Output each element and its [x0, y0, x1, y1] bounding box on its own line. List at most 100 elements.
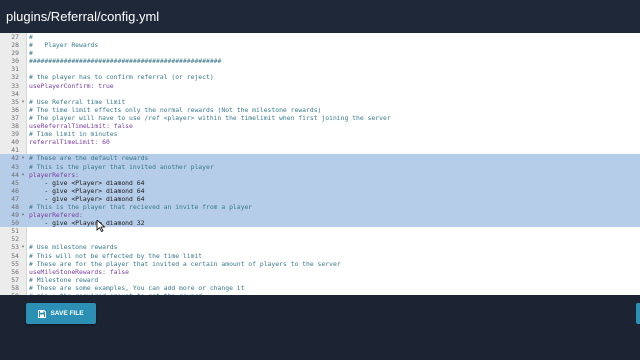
code-line[interactable]: 30 ######################################…: [0, 57, 640, 65]
code-line[interactable]: 31: [0, 65, 640, 73]
line-number: 40: [11, 138, 19, 147]
code-text: # Player Rewards: [29, 41, 99, 50]
code-text: # The time limit effects only the normal…: [29, 105, 322, 114]
code-text: # The player will have to use /ref <play…: [29, 113, 391, 122]
code-editor[interactable]: 27 #28 # Player Rewards 29 #30 ##############…: [0, 33, 640, 295]
code-text: # Milestone reward: [29, 275, 99, 284]
code-text: # Time limit in minutes: [29, 130, 118, 139]
code-text: - give <Player> diamond 32: [29, 219, 145, 228]
bottom-toolbar: [0, 295, 640, 360]
fold-toggle-icon[interactable]: ▾: [20, 171, 26, 179]
line-number: 44: [11, 170, 19, 179]
code-line[interactable]: 36 # The time limit effects only the norm…: [0, 106, 640, 114]
line-number: 28: [11, 41, 19, 50]
code-text: usePlayerConfirm: true: [29, 81, 114, 90]
line-number: 47: [11, 194, 19, 203]
line-number: 58: [11, 283, 19, 292]
code-line[interactable]: 27 #: [0, 33, 640, 41]
code-line[interactable]: 34: [0, 90, 640, 98]
code-text: useMileStoneRewards: false: [29, 267, 130, 276]
code-line[interactable]: 39 # Time limit in minutes: [0, 130, 640, 138]
line-number: 50: [11, 219, 19, 228]
line-number: 45: [11, 178, 19, 187]
line-number: 32: [11, 73, 19, 82]
line-number: 36: [11, 105, 19, 114]
line-number: 53: [11, 243, 19, 252]
line-number: 55: [11, 259, 19, 268]
code-line[interactable]: 35 ▾ # Use Referral time limit: [0, 98, 640, 106]
line-number: 52: [11, 235, 19, 244]
code-text: # These are the default rewards: [29, 154, 149, 163]
code-line[interactable]: 42 ▾ # These are the default rewards: [0, 154, 640, 163]
code-text: referralTimeLimit: 60: [29, 138, 110, 147]
code-line[interactable]: 49 ▾ playerRefered:: [0, 211, 640, 220]
code-line[interactable]: 55 # These are for the player that invite…: [0, 260, 640, 268]
fold-toggle-icon[interactable]: ▾: [20, 243, 26, 251]
code-line[interactable]: 29 #: [0, 49, 640, 57]
code-text: - give <Player> diamond 64: [29, 186, 145, 195]
code-text: playerRefered:: [29, 211, 83, 220]
code-line[interactable]: 53 ▾ # Use milestone rewards: [0, 243, 640, 251]
code-line[interactable]: 52: [0, 235, 640, 243]
code-line[interactable]: 44 ▾ playerRefers:: [0, 170, 640, 179]
save-file-label: SAVE FILE: [50, 310, 84, 317]
fold-toggle-icon[interactable]: ▾: [20, 154, 26, 162]
secondary-action-button[interactable]: [636, 303, 640, 324]
code-line[interactable]: 37 # The player will have to use /ref <pl…: [0, 114, 640, 122]
save-file-button[interactable]: SAVE FILE: [26, 303, 96, 324]
line-number: 42: [11, 154, 19, 163]
code-line[interactable]: 48 # This is the player that recieved an …: [0, 202, 640, 212]
line-number: 57: [11, 275, 19, 284]
code-line[interactable]: 38 useReferralTimeLimit: false: [0, 122, 640, 130]
code-text: - give <Player> diamond 64: [29, 178, 145, 187]
line-number: 46: [11, 186, 19, 195]
code-line[interactable]: 40 referralTimeLimit: 60: [0, 138, 640, 146]
code-text: playerRefers:: [29, 170, 80, 179]
code-line[interactable]: 41: [0, 146, 640, 154]
code-text: # Use Referral time limit: [29, 97, 126, 106]
line-number: 41: [11, 146, 19, 155]
line-number: 54: [11, 251, 19, 260]
code-text: ########################################…: [29, 57, 222, 66]
code-line[interactable]: 45 - give <Player> diamond 64: [0, 178, 640, 187]
code-text: - give <Player> diamond 64: [29, 194, 145, 203]
line-number: 27: [11, 33, 19, 41]
line-number: 39: [11, 130, 19, 139]
code-line[interactable]: 58 # These are some examples, You can add…: [0, 284, 640, 292]
line-number: 33: [11, 81, 19, 90]
code-line[interactable]: 43 # This is the player that invited anot…: [0, 162, 640, 171]
line-number: 37: [11, 113, 19, 122]
fold-toggle-icon[interactable]: ▾: [20, 98, 26, 106]
code-line[interactable]: 28 # Player Rewards: [0, 41, 640, 49]
line-number: 49: [11, 211, 19, 220]
code-line[interactable]: 57 # Milestone reward: [0, 276, 640, 284]
line-number: 48: [11, 202, 19, 211]
code-text: #: [29, 49, 33, 58]
code-text: #: [29, 33, 33, 41]
line-number: 35: [11, 97, 19, 106]
code-text: # This will not be effected by the time …: [29, 251, 203, 260]
line-number: 29: [11, 49, 19, 58]
code-line[interactable]: 56 useMileStoneRewards: false: [0, 268, 640, 276]
code-line[interactable]: 47 - give <Player> diamond 64: [0, 194, 640, 203]
line-number: 38: [11, 122, 19, 131]
line-number: 34: [11, 89, 19, 98]
code-text: # This is the player that recieved an in…: [29, 202, 253, 211]
file-path-title: plugins/Referral/config.yml: [0, 0, 640, 33]
line-number: 30: [11, 57, 19, 66]
code-line[interactable]: 46 - give <Player> diamond 64: [0, 186, 640, 195]
line-number: 31: [11, 65, 19, 74]
code-text: useReferralTimeLimit: false: [29, 122, 133, 131]
code-line[interactable]: 33 usePlayerConfirm: true: [0, 82, 640, 90]
code-text: # These are for the player that invited …: [29, 259, 341, 268]
line-number: 43: [11, 162, 19, 171]
line-number: 56: [11, 267, 19, 276]
code-text: # Use milestone rewards: [29, 243, 118, 252]
code-text: # This is the player that invited anothe…: [29, 162, 214, 171]
code-line[interactable]: 32 # the player has to confirm referral (…: [0, 73, 640, 81]
code-line[interactable]: 54 # This will not be effected by the tim…: [0, 252, 640, 260]
line-number: 51: [11, 227, 19, 236]
mouse-pointer-icon: [96, 220, 106, 232]
fold-toggle-icon[interactable]: ▾: [20, 211, 26, 219]
editor-lines[interactable]: 27 #28 # Player Rewards 29 #30 ##############…: [0, 33, 640, 295]
